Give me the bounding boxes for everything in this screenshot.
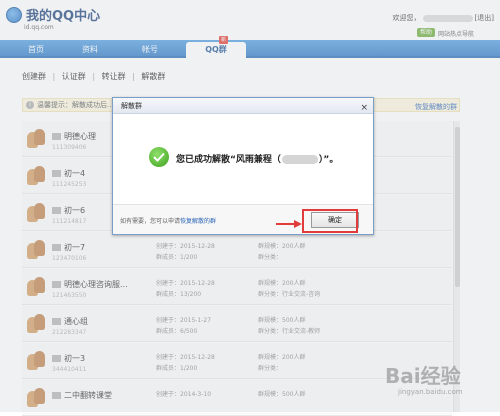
close-icon[interactable]: ×: [360, 100, 368, 116]
blurred-group-number: [281, 155, 318, 164]
restore-group-dialog-link[interactable]: 恢复解散的群: [180, 218, 216, 225]
watermark-url: jingyan.baidu.com: [398, 388, 463, 396]
confirm-highlight-box: [302, 209, 358, 233]
success-check-icon: [149, 147, 169, 167]
dialog-title: 解散群: [121, 102, 142, 110]
red-arrow-icon: [276, 220, 302, 228]
dialog-header: 解散群 ×: [113, 98, 373, 114]
dialog-note: 如有需要，您可以申请恢复解散的群: [120, 218, 217, 225]
watermark-logo: Bai经验: [385, 364, 461, 388]
success-message: 您已成功解散“风雨兼程（）”。: [176, 155, 339, 165]
